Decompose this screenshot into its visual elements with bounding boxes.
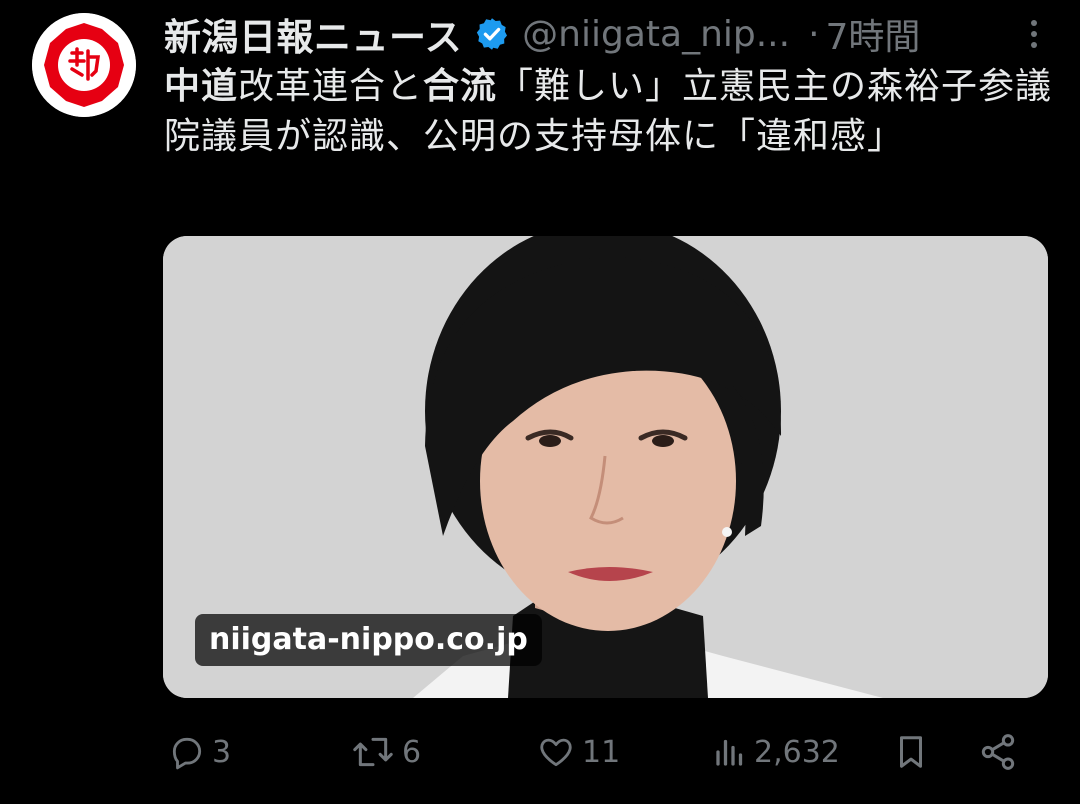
bookmark-button[interactable]	[892, 722, 930, 782]
niigata-nippo-logo-icon	[32, 13, 136, 117]
views-icon	[712, 733, 748, 771]
post-time[interactable]: 7時間	[826, 8, 921, 60]
retweet-button[interactable]: 6	[350, 722, 421, 782]
retweet-count: 6	[402, 734, 422, 770]
tweet-text-span: 改革連合と	[238, 66, 424, 107]
tweet-text-bold: 中道	[164, 66, 239, 107]
like-count: 11	[582, 734, 621, 770]
source-domain-badge: niigata-nippo.co.jp	[195, 614, 542, 666]
retweet-icon	[350, 733, 396, 771]
heart-icon	[536, 733, 576, 771]
view-count: 2,632	[754, 734, 840, 770]
reply-count: 3	[212, 734, 232, 770]
display-name[interactable]: 新潟日報ニュース	[164, 7, 462, 61]
reply-icon	[168, 733, 206, 771]
tweet-text-bold: 合流	[423, 66, 498, 107]
bookmark-icon	[892, 731, 930, 773]
account-handle[interactable]: @niigata_nip...	[522, 14, 790, 55]
like-button[interactable]: 11	[536, 722, 620, 782]
share-icon	[978, 732, 1018, 772]
tweet-actions: 3 6 11 2,632	[164, 722, 1034, 782]
avatar[interactable]	[32, 13, 136, 117]
separator-dot: ·	[808, 13, 820, 55]
more-vertical-icon[interactable]	[1014, 14, 1054, 54]
share-button[interactable]	[978, 722, 1018, 782]
tweet-header: 新潟日報ニュース @niigata_nip... · 7時間	[164, 8, 1054, 60]
tweet-text: 中道改革連合と合流「難しい」立憲民主の森裕子参議院議員が認識、公明の支持母体に「…	[164, 62, 1054, 162]
reply-button[interactable]: 3	[168, 722, 231, 782]
views-button[interactable]: 2,632	[712, 722, 840, 782]
tweet-media-image[interactable]: niigata-nippo.co.jp	[163, 236, 1048, 698]
verified-badge-icon	[474, 16, 510, 52]
